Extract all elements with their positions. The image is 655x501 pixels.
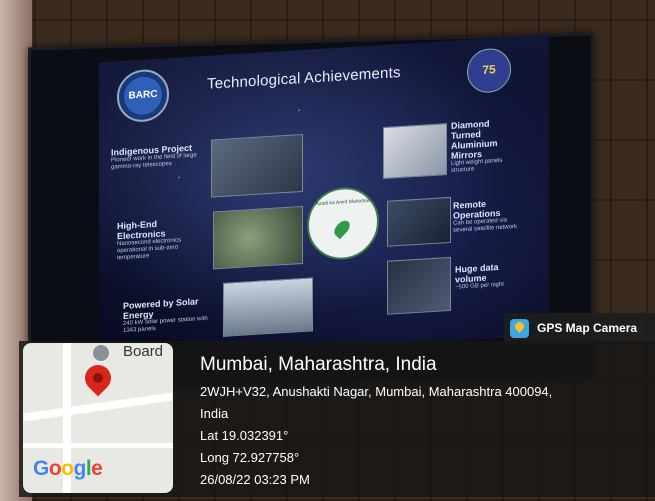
- item-remote: Remote Operations Can be operated via se…: [453, 198, 518, 234]
- item-mirrors: Diamond Turned Aluminium Mirrors Light w…: [451, 118, 503, 174]
- item-electronics: High-End Electronics Nanosecond electron…: [117, 218, 182, 262]
- server-photo: [387, 256, 451, 315]
- location-map: Board Google: [23, 343, 173, 493]
- solar-photo: [223, 277, 313, 337]
- gps-map-camera-badge: GPS Map Camera: [504, 313, 655, 344]
- timestamp: 26/08/22 03:23 PM: [200, 472, 310, 487]
- telescope-photo: [211, 133, 303, 198]
- item-solar: Powered by Solar Energy 240 kW solar pow…: [123, 296, 208, 334]
- google-logo: Google: [33, 457, 103, 480]
- latitude: Lat 19.032391°: [200, 428, 289, 443]
- mirror-photo: [383, 123, 447, 180]
- map-road: [23, 443, 173, 448]
- map-road: [23, 392, 173, 422]
- leaf-icon: [331, 217, 353, 240]
- place-marker-icon: [93, 345, 109, 361]
- location-title: Mumbai, Maharashtra, India: [200, 354, 437, 375]
- electronics-photo: [213, 205, 303, 270]
- control-room-photo: [387, 196, 451, 247]
- gps-camera-icon: [510, 319, 529, 338]
- item-data-volume: Huge data volume ~500 GB per night: [455, 261, 504, 291]
- longitude: Long 72.927758°: [200, 450, 300, 465]
- location-pin-icon: [79, 359, 117, 397]
- address-country: India: [200, 406, 229, 421]
- slide-screen: BARC Technological Achievements 75 Indig…: [99, 34, 549, 363]
- address-line: 2WJH+V32, Anushakti Nagar, Mumbai, Mahar…: [200, 384, 553, 399]
